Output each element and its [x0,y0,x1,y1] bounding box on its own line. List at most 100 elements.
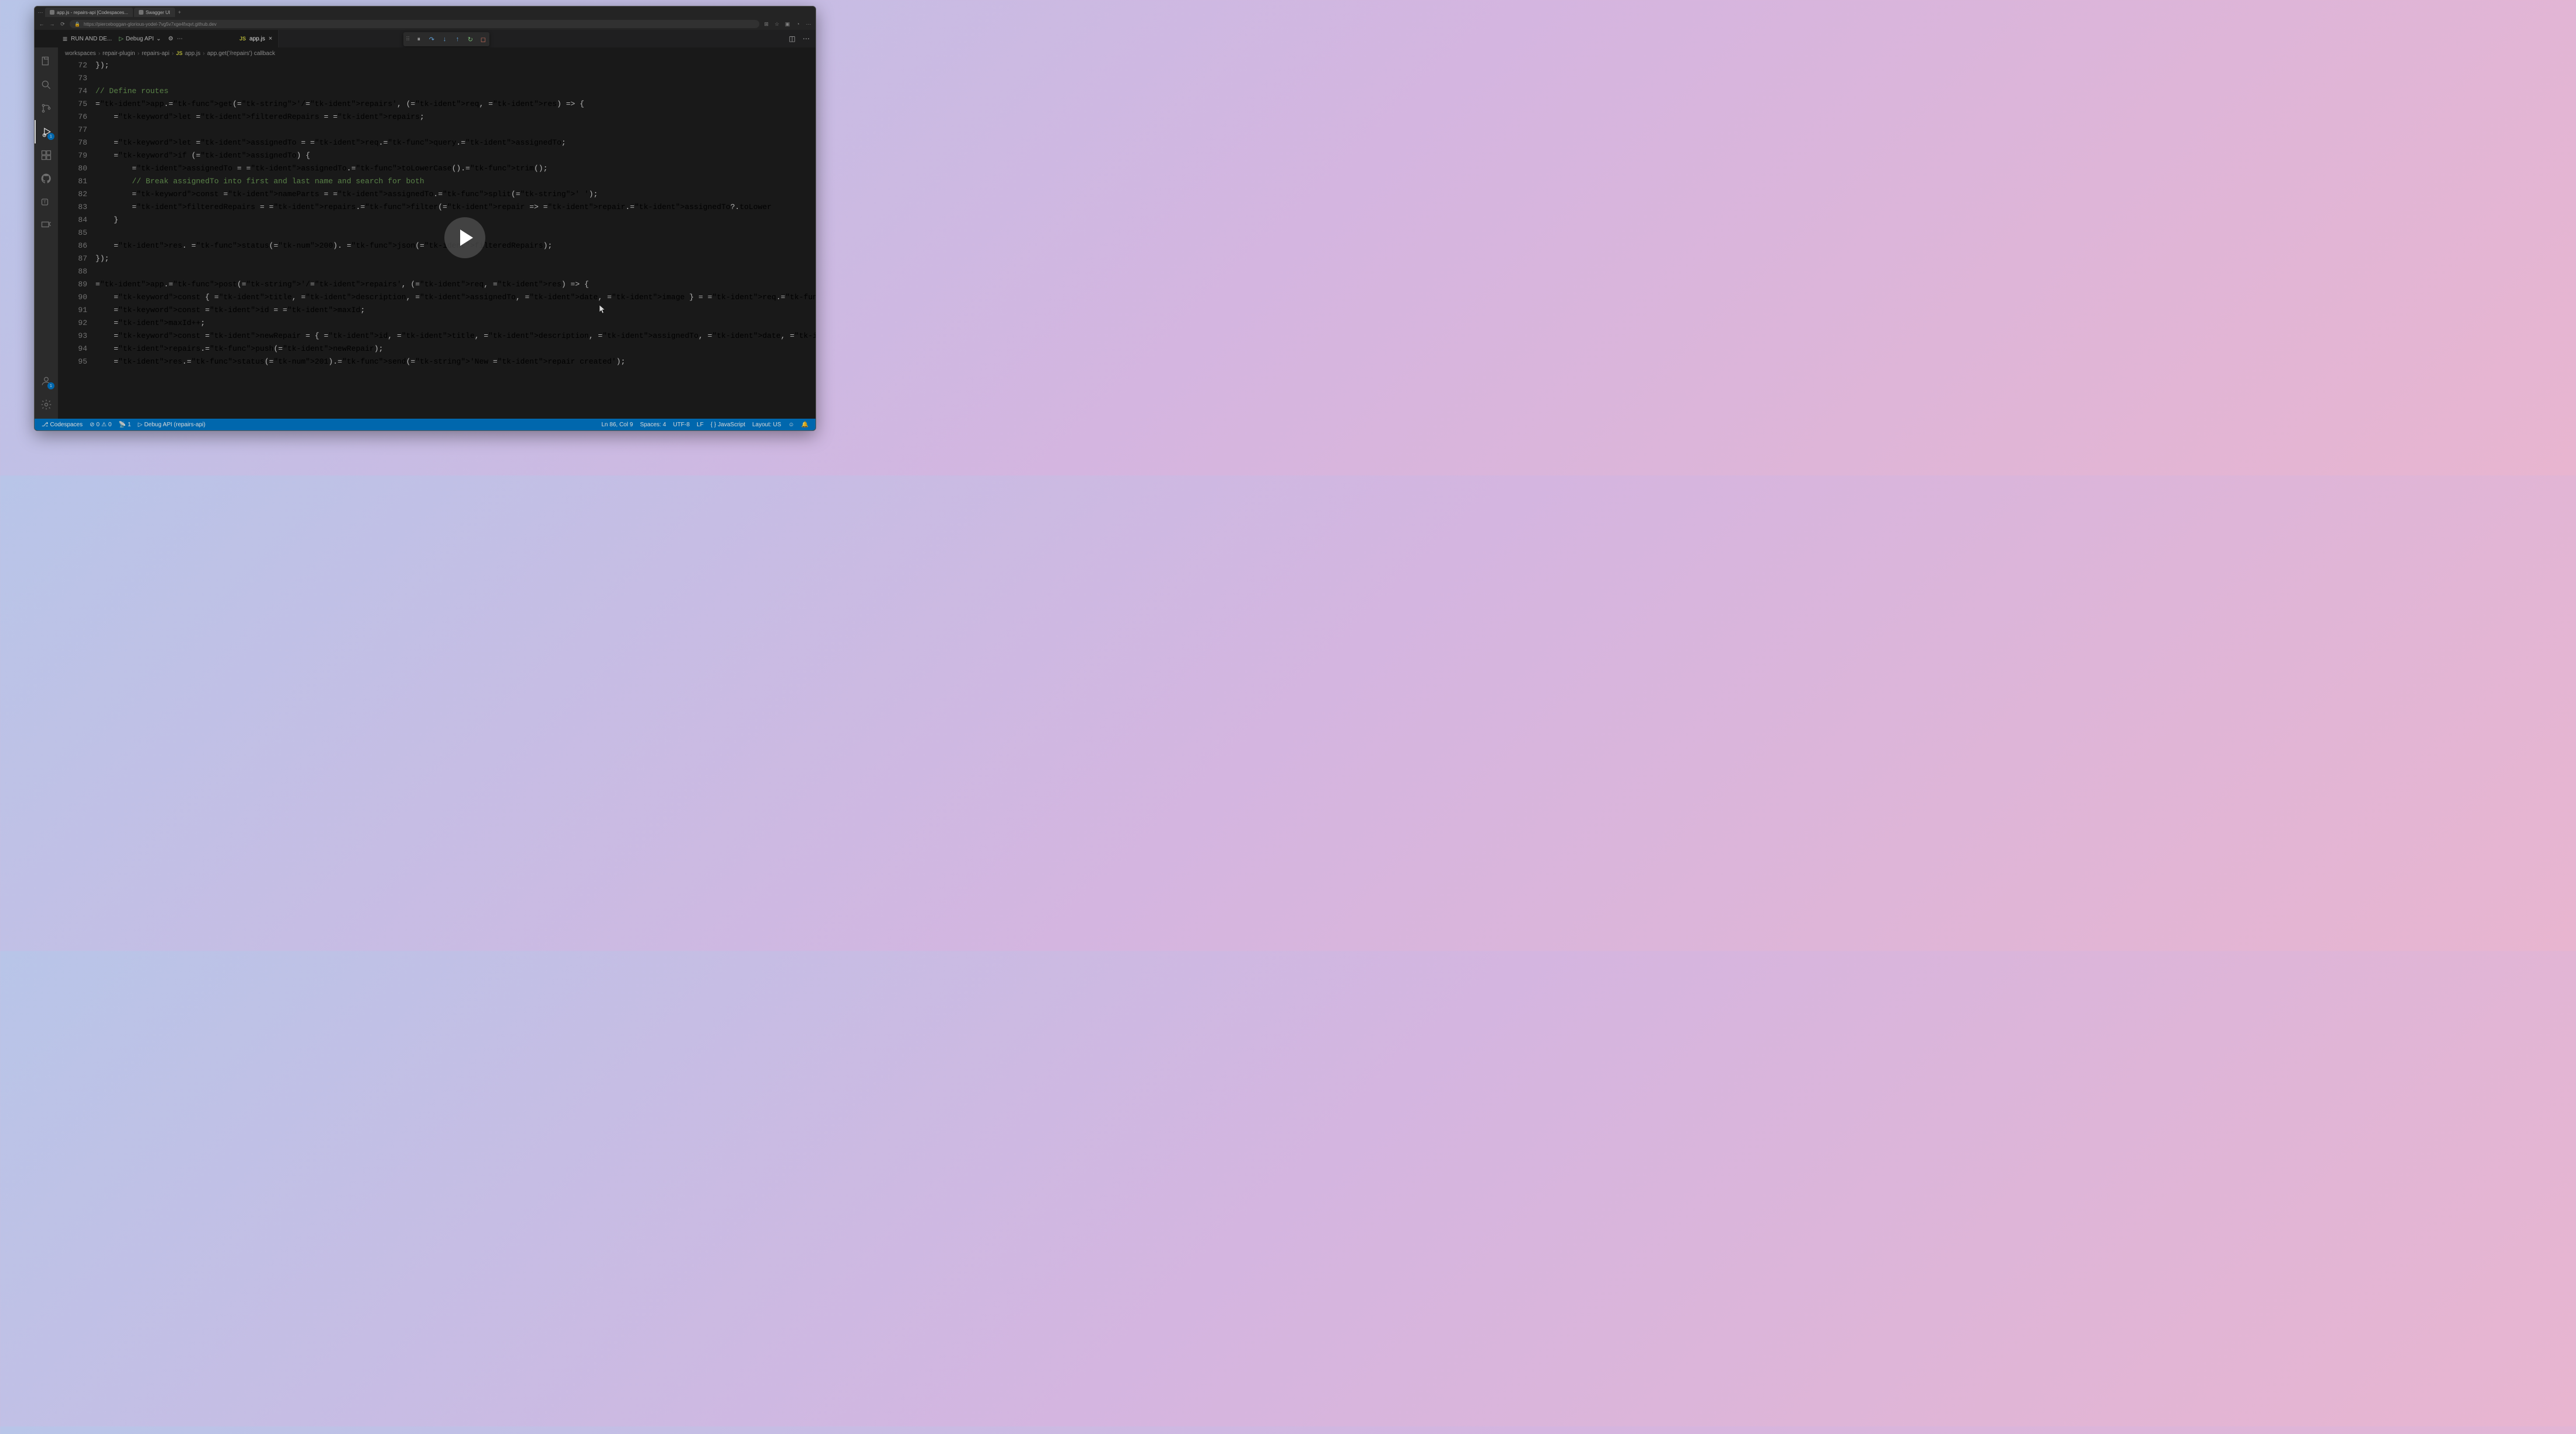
remote-activity[interactable] [35,214,58,237]
favorites-icon[interactable]: ☆ [773,20,780,28]
status-remote[interactable]: ⎇ Codespaces [38,419,86,430]
chevron-down-icon: ⌄ [156,36,161,42]
js-file-icon: JS [239,36,246,42]
refresh-button[interactable]: ⟳ [59,20,66,28]
collections-icon[interactable]: ▣ [784,20,791,28]
pause-button[interactable]: ⏸ [415,35,423,43]
crumb-symbol[interactable]: app.get('/repairs') callback [207,50,275,57]
step-into-button[interactable]: ↓ [440,35,448,43]
accounts-activity[interactable]: 1 [35,369,58,393]
debug-badge: 1 [47,133,54,140]
status-feedback[interactable]: ☺ [785,422,797,428]
crumb-api[interactable]: repairs-api [142,50,169,57]
ports-icon: 📡 [119,422,126,428]
new-tab-button[interactable]: + [176,9,183,16]
debug-config-label: Debug API [126,36,154,42]
feedback-icon: ☺ [788,422,794,428]
editor-pane: workspaces › repair-plugin › repairs-api… [58,47,816,419]
settings-activity[interactable] [35,393,58,416]
breadcrumb[interactable]: workspaces › repair-plugin › repairs-api… [58,47,816,59]
debug-activity[interactable]: 1 [35,120,58,143]
step-over-button[interactable]: ↷ [427,35,436,43]
vscode-body: 1 T 1 [35,47,816,419]
debug-status-label: Debug API (repairs-api) [144,422,205,428]
accounts-badge: 1 [47,382,54,389]
vscode-top-bar: ≡ RUN AND DE... ▷ Debug API ⌄ ⚙ ⋯ JS app… [35,30,816,47]
step-out-button[interactable]: ↑ [453,35,461,43]
browser-toolbar: ← → ⟳ 🔒 https://pierceboggan-glorious-yo… [35,18,816,30]
editor-tab-appjs[interactable]: JS app.js × [234,30,279,47]
lock-icon: 🔒 [74,22,80,27]
status-bar: ⎇ Codespaces ⊘ 0 ⚠ 0 📡 1 ▷ Debug API (re… [35,419,816,430]
debug-config-selector[interactable]: ▷ Debug API ⌄ [115,35,165,43]
edge-menu-icon[interactable]: ⋯ [37,9,44,16]
chevron-right-icon: › [138,50,139,57]
github-activity[interactable] [35,167,58,190]
close-tab-icon[interactable]: × [269,35,272,42]
status-encoding[interactable]: UTF-8 [670,422,693,428]
warning-count: 0 [108,422,112,428]
more-actions-icon[interactable]: ⋯ [177,36,183,42]
restart-button[interactable]: ↻ [466,35,474,43]
stop-button[interactable]: ◻ [479,35,487,43]
code-content[interactable]: });// Define routes="tk-ident">app.="tk-… [95,59,816,419]
status-spaces[interactable]: Spaces: 4 [636,422,669,428]
chevron-right-icon: › [203,50,204,57]
status-eol[interactable]: LF [693,422,707,428]
split-editor-icon[interactable]: ◫ [787,34,797,43]
browser-tab-2[interactable]: Swagger UI [134,8,175,17]
search-activity[interactable] [35,73,58,97]
bell-icon: 🔔 [801,422,809,428]
start-debug-icon[interactable]: ▷ [119,36,124,42]
browser-tab-1[interactable]: app.js - repairs-api [Codespaces... [45,8,133,17]
codespaces-label: Codespaces [50,422,83,428]
status-ports[interactable]: 📡 1 [115,419,135,430]
chevron-right-icon: › [172,50,173,57]
tab-1-title: app.js - repairs-api [Codespaces... [57,10,128,15]
address-bar[interactable]: 🔒 https://pierceboggan-glorious-yodel-7v… [70,20,759,28]
extensions-icon[interactable]: ⊞ [763,20,770,28]
extensions-activity[interactable] [35,143,58,167]
crumb-plugin[interactable]: repair-plugin [102,50,135,57]
activity-bar: 1 T 1 [35,47,58,419]
debug-toolbar[interactable]: ⠿ ⏸ ↷ ↓ ↑ ↻ ◻ [403,32,489,46]
gear-icon[interactable]: ⚙ [168,36,173,42]
hamburger-menu-icon[interactable]: ≡ [63,34,67,43]
drag-handle-icon[interactable]: ⠿ [406,36,410,43]
more-icon[interactable]: ⋯ [805,20,812,28]
status-problems[interactable]: ⊘ 0 ⚠ 0 [86,419,115,430]
browser-window: ⋯ app.js - repairs-api [Codespaces... Sw… [34,6,816,431]
status-debug[interactable]: ▷ Debug API (repairs-api) [135,419,209,430]
tab-2-title: Swagger UI [146,10,170,15]
warning-icon: ⚠ [101,422,107,428]
svg-text:T: T [43,200,46,205]
url-text: https://pierceboggan-glorious-yodel-7vg5… [84,22,217,27]
debug-header: ≡ RUN AND DE... ▷ Debug API ⌄ ⚙ ⋯ [58,30,234,47]
js-file-icon: JS [176,50,183,56]
remote-icon: ⎇ [42,422,49,428]
forward-button[interactable]: → [49,20,56,28]
browser-titlebar: ⋯ app.js - repairs-api [Codespaces... Sw… [35,6,816,18]
profile-icon[interactable]: ◔ [794,20,801,28]
back-button[interactable]: ← [38,20,45,28]
run-debug-title: RUN AND DE... [71,36,112,42]
source-control-activity[interactable] [35,97,58,120]
crumb-file[interactable]: app.js [185,50,201,57]
vscode-app: ≡ RUN AND DE... ▷ Debug API ⌄ ⚙ ⋯ JS app… [35,30,816,430]
debug-icon: ▷ [138,422,143,428]
status-layout[interactable]: Layout: US [749,422,785,428]
editor-more-icon[interactable]: ⋯ [801,34,811,43]
status-cursor[interactable]: Ln 86, Col 9 [598,422,636,428]
teams-activity[interactable]: T [35,190,58,214]
line-number-gutter: 7273747576777879808182838485868788899091… [58,59,95,419]
status-notifications[interactable]: 🔔 [798,422,812,428]
code-editor[interactable]: 7273747576777879808182838485868788899091… [58,59,816,419]
tab-filename: app.js [249,36,265,42]
ports-count: 1 [128,422,131,428]
crumb-workspaces[interactable]: workspaces [65,50,96,57]
error-count: 0 [97,422,100,428]
chevron-right-icon: › [98,50,100,57]
swagger-favicon [139,10,143,15]
status-language[interactable]: { } JavaScript [707,422,749,428]
explorer-activity[interactable] [35,50,58,73]
